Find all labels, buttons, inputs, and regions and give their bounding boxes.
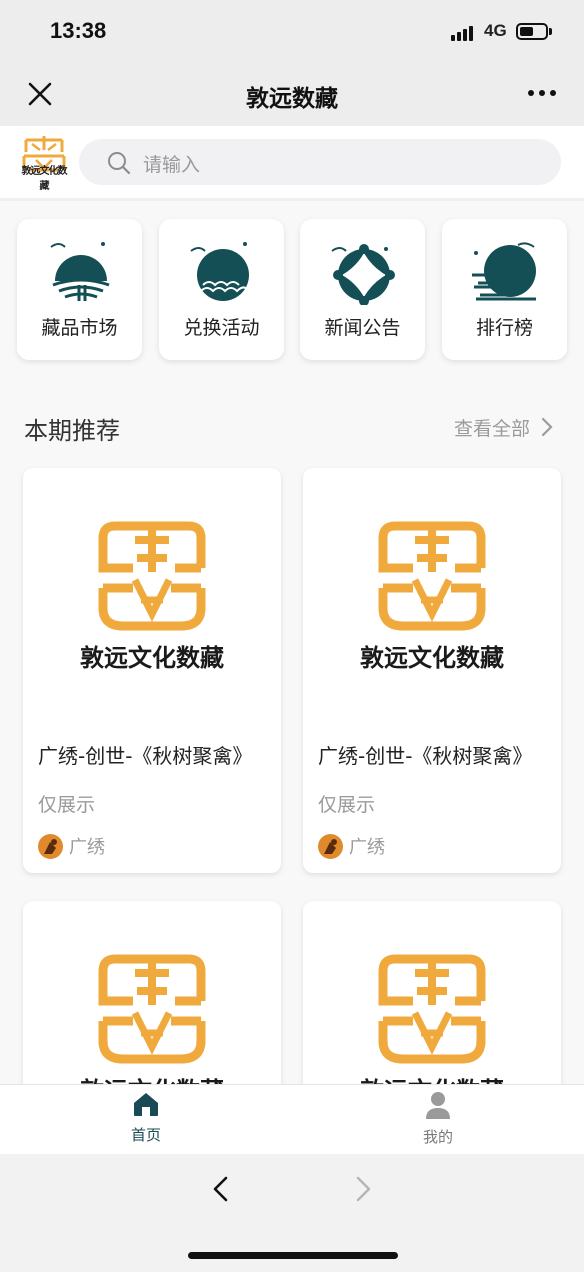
brand-logo-text: 敦远文化数藏 <box>21 166 68 192</box>
tab-label: 我的 <box>422 1128 453 1146</box>
category-market[interactable]: 藏品市场 <box>17 219 142 360</box>
tab-label: 首页 <box>130 1126 161 1144</box>
tab-profile[interactable]: 我的 <box>398 1091 478 1147</box>
home-icon <box>134 1093 158 1116</box>
cover-logo-text: 敦远文化数藏 <box>360 1077 504 1084</box>
search-row: 敦远文化数藏 请输入 <box>0 126 584 198</box>
product-card[interactable]: 敦远文化数藏 广绣-创世-《秋树聚禽》 仅展示 广绣 <box>23 468 281 873</box>
market-icon <box>50 242 110 301</box>
news-icon <box>331 244 395 305</box>
cover-logo-mark <box>378 521 486 631</box>
search-icon <box>108 152 131 175</box>
category-label: 兑换活动 <box>183 317 260 339</box>
signal-icon <box>451 26 473 41</box>
product-tag: 仅展示 <box>38 794 96 816</box>
status-bar: 13:38 4G <box>0 0 584 64</box>
status-time: 13:38 <box>50 18 107 43</box>
chevron-right-icon[interactable] <box>540 416 554 438</box>
cover-logo-mark <box>98 954 206 1064</box>
browser-bottom-bar <box>0 1154 584 1272</box>
avatar <box>318 833 343 859</box>
back-arrow-icon[interactable] <box>208 1174 234 1204</box>
cover-logo-text: 敦远文化数藏 <box>360 644 504 672</box>
more-icon[interactable] <box>528 90 556 96</box>
category-label: 排行榜 <box>475 317 533 339</box>
product-cover-image: 敦远文化数藏 <box>360 521 504 672</box>
forward-arrow-icon[interactable] <box>350 1174 376 1204</box>
main-content[interactable]: 藏品市场 兑换活动 新闻公告 排行榜 本期推荐 查看全部 敦远文化数藏 广绣-创… <box>0 201 584 1084</box>
cover-logo-text: 敦远文化数藏 <box>80 1077 224 1084</box>
tab-bar: 首页 我的 <box>0 1084 584 1155</box>
ranking-icon <box>472 242 536 301</box>
brand-logo: 敦远文化数藏 <box>18 134 70 192</box>
battery-icon <box>516 23 548 40</box>
category-news[interactable]: 新闻公告 <box>300 219 425 360</box>
exchange-icon <box>190 242 249 301</box>
author-name: 广绣 <box>69 837 105 858</box>
battery-cap <box>549 28 552 35</box>
cover-logo-mark <box>378 954 486 1064</box>
view-all-link[interactable]: 查看全部 <box>454 414 530 441</box>
product-card[interactable]: 敦远文化数藏 <box>23 901 281 1084</box>
search-placeholder: 请输入 <box>143 154 201 176</box>
avatar <box>38 833 63 859</box>
author-name: 广绣 <box>349 837 385 858</box>
product-author[interactable]: 广绣 <box>38 833 105 859</box>
page-title: 敦远数藏 <box>246 86 338 112</box>
product-card[interactable]: 敦远文化数藏 广绣-创世-《秋树聚禽》 仅展示 广绣 <box>303 468 561 873</box>
section-title: 本期推荐 <box>24 417 120 445</box>
category-label: 藏品市场 <box>41 317 118 339</box>
category-ranking[interactable]: 排行榜 <box>442 219 567 360</box>
product-cover-image: 敦远文化数藏 <box>80 521 224 672</box>
product-cover-image: 敦远文化数藏 <box>80 954 224 1084</box>
search-input[interactable]: 请输入 <box>79 139 561 185</box>
product-card[interactable]: 敦远文化数藏 <box>303 901 561 1084</box>
category-label: 新闻公告 <box>324 317 401 339</box>
user-icon <box>426 1092 450 1119</box>
home-indicator[interactable] <box>188 1252 398 1259</box>
product-author[interactable]: 广绣 <box>318 833 385 859</box>
cover-logo-mark <box>98 521 206 631</box>
product-tag: 仅展示 <box>318 794 376 816</box>
product-name: 广绣-创世-《秋树聚禽》 <box>38 744 253 768</box>
category-exchange[interactable]: 兑换活动 <box>159 219 284 360</box>
product-cover-image: 敦远文化数藏 <box>360 954 504 1084</box>
navigation-bar: 敦远数藏 <box>0 64 584 126</box>
tab-home[interactable]: 首页 <box>106 1091 186 1145</box>
product-name: 广绣-创世-《秋树聚禽》 <box>318 744 533 768</box>
network-label: 4G <box>484 21 507 40</box>
cover-logo-text: 敦远文化数藏 <box>80 644 224 672</box>
